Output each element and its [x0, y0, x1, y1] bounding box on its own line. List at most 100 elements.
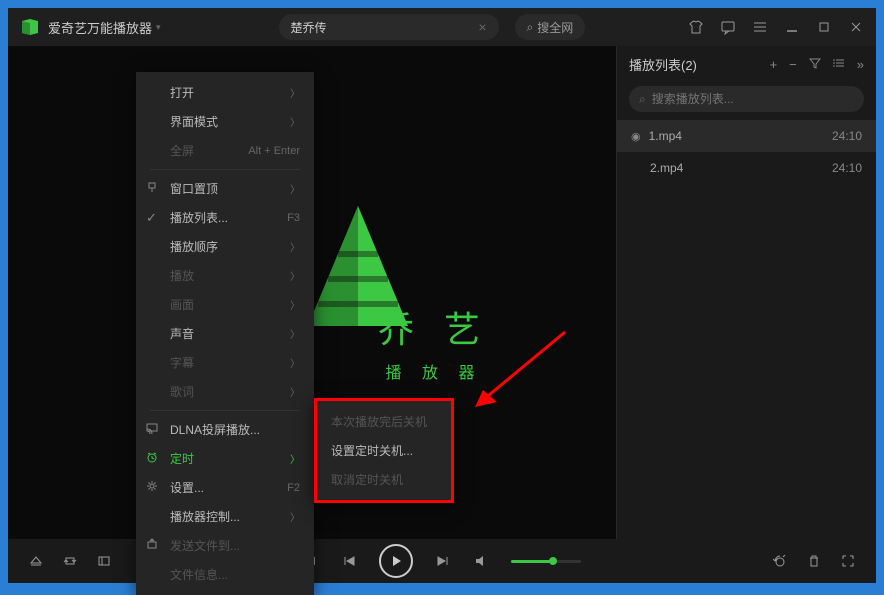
logo-sub-text: 播 放 器	[386, 359, 483, 383]
chevron-down-icon: ▾	[156, 22, 161, 33]
maximize-button[interactable]	[816, 19, 832, 35]
search-icon: ⌕	[527, 20, 534, 35]
menu-item: 全屏Alt + Enter	[136, 136, 314, 165]
cast-icon	[146, 422, 158, 437]
menu-item[interactable]: ✓ 播放列表... F3	[136, 203, 314, 232]
search-icon: ⌕	[639, 92, 646, 107]
delete-icon[interactable]	[806, 553, 822, 569]
menu-item-label: 播放顺序	[170, 238, 218, 255]
timer-submenu[interactable]: 本次播放完后关机设置定时关机... 取消定时关机	[314, 398, 454, 503]
menu-item[interactable]: 声音〉	[136, 319, 314, 348]
playlist-list-button[interactable]	[833, 57, 845, 72]
menu-item[interactable]: 界面模式〉	[136, 107, 314, 136]
check-icon: ✓	[146, 210, 157, 226]
menu-item-label: 播放列表...	[170, 209, 228, 226]
menu-item[interactable]: 打开〉	[136, 78, 314, 107]
menu-item: 播放 〉	[136, 261, 314, 290]
play-button[interactable]	[379, 544, 413, 578]
volume-icon[interactable]	[473, 553, 489, 569]
menu-item-label: 打开	[170, 84, 194, 101]
submenu-item-label: 设置定时关机...	[331, 442, 413, 459]
clear-icon[interactable]: ×	[478, 19, 486, 35]
chevron-right-icon: 〉	[290, 268, 300, 283]
fullscreen-icon[interactable]	[840, 553, 856, 569]
chevron-right-icon: 〉	[290, 114, 300, 129]
playlist-item-name: 1.mp4	[649, 129, 682, 143]
send-icon	[146, 538, 158, 553]
menu-item-label: 歌词	[170, 383, 194, 400]
menu-item: 文件信息...	[136, 560, 314, 589]
playlist-item-duration: 24:10	[832, 161, 862, 175]
menu-item-label: DLNA投屏播放...	[170, 421, 260, 438]
chevron-right-icon: 〉	[290, 355, 300, 370]
chevron-right-icon: 〉	[290, 451, 300, 466]
shirt-icon[interactable]	[688, 19, 704, 35]
volume-slider[interactable]	[511, 560, 581, 563]
menu-item-label: 播放器控制...	[170, 508, 240, 525]
pin-icon	[146, 181, 158, 196]
playlist-add-button[interactable]: +	[770, 57, 778, 72]
chapter-icon[interactable]	[96, 553, 112, 569]
now-playing-icon: ◉	[631, 130, 641, 143]
titlebar: 爱奇艺万能播放器 ▾ × ⌕ 搜全网	[8, 8, 876, 46]
playlist-item[interactable]: 2.mp4 24:10	[617, 152, 876, 184]
close-button[interactable]	[848, 19, 864, 35]
prev-button[interactable]	[341, 553, 357, 569]
menu-item: 画面 〉	[136, 290, 314, 319]
menu-icon[interactable]	[752, 19, 768, 35]
chevron-right-icon: 〉	[290, 181, 300, 196]
menu-item[interactable]: 定时〉	[136, 444, 314, 473]
submenu-item: 本次播放完后关机	[317, 407, 451, 436]
player-logo-text: 乔 艺 播 放 器	[378, 301, 490, 383]
context-menu[interactable]: 打开〉界面模式〉全屏Alt + Enter窗口置顶〉✓播放列表...F3播放顺序…	[136, 72, 314, 595]
snapshot-icon[interactable]	[772, 553, 788, 569]
menu-item-label: 画面	[170, 296, 194, 313]
app-title-text: 爱奇艺万能播放器	[48, 18, 152, 37]
clock-icon	[146, 451, 158, 466]
logo-main-text: 乔 艺	[378, 301, 490, 353]
search-box[interactable]: ×	[279, 14, 499, 40]
menu-item-label: 发送文件到...	[170, 537, 240, 554]
chevron-right-icon: 〉	[290, 384, 300, 399]
search-web-label: 搜全网	[537, 19, 573, 36]
chevron-right-icon: 〉	[290, 326, 300, 341]
menu-item-label: 文件信息...	[170, 566, 228, 583]
chevron-right-icon: 〉	[290, 239, 300, 254]
menu-shortcut: F3	[287, 212, 300, 224]
repeat-icon[interactable]	[62, 553, 78, 569]
menu-separator	[150, 410, 300, 411]
playlist-collapse-button[interactable]: »	[857, 57, 864, 72]
volume-thumb[interactable]	[549, 557, 557, 565]
playlist-filter-button[interactable]	[809, 57, 821, 72]
menu-item[interactable]: 窗口置顶 〉	[136, 174, 314, 203]
playlist-remove-button[interactable]: −	[789, 57, 797, 72]
search-web-button[interactable]: ⌕ 搜全网	[515, 14, 586, 40]
chevron-right-icon: 〉	[290, 297, 300, 312]
volume-fill	[511, 560, 553, 563]
search-input[interactable]	[291, 20, 479, 34]
menu-item[interactable]: DLNA投屏播放...	[136, 415, 314, 444]
menu-shortcut: Alt + Enter	[248, 145, 300, 157]
playlist-search-box[interactable]: ⌕	[629, 86, 864, 112]
minimize-button[interactable]	[784, 19, 800, 35]
menu-item[interactable]: 播放顺序 〉	[136, 232, 314, 261]
menu-item-label: 设置...	[170, 479, 204, 496]
chevron-right-icon: 〉	[290, 509, 300, 524]
playlist-item-name: 2.mp4	[650, 161, 683, 175]
menu-item-label: 窗口置顶	[170, 180, 218, 197]
submenu-item-label: 本次播放完后关机	[331, 413, 427, 430]
app-title-dropdown[interactable]: 爱奇艺万能播放器 ▾	[48, 18, 161, 37]
menu-item: 歌词 〉	[136, 377, 314, 406]
playlist-search-input[interactable]	[652, 92, 854, 106]
menu-item-label: 播放	[170, 267, 194, 284]
playlist-panel: 播放列表(2) + − » ⌕ ◉ 1.mp4 24:102.mp4 24:10	[616, 46, 876, 539]
menu-item[interactable]: 播放器控制... 〉	[136, 502, 314, 531]
feedback-icon[interactable]	[720, 19, 736, 35]
playlist-header: 播放列表(2) + − »	[617, 46, 876, 82]
submenu-item[interactable]: 设置定时关机...	[317, 436, 451, 465]
menu-item[interactable]: 设置...F2	[136, 473, 314, 502]
submenu-item-label: 取消定时关机	[331, 471, 403, 488]
next-button[interactable]	[435, 553, 451, 569]
playlist-item[interactable]: ◉1.mp424:10	[617, 120, 876, 152]
eject-icon[interactable]	[28, 553, 44, 569]
